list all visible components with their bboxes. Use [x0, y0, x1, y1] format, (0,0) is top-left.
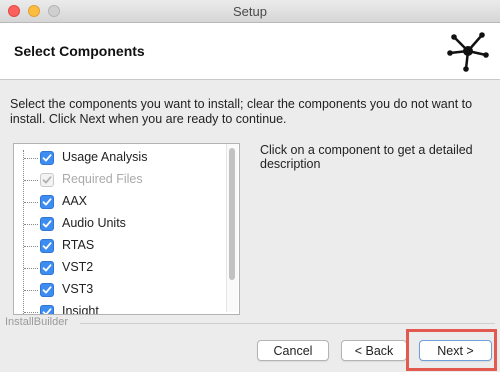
- checkmark-icon: [42, 154, 52, 162]
- cancel-button[interactable]: Cancel: [257, 340, 329, 361]
- tree-branch: [24, 180, 38, 181]
- component-item[interactable]: Insight: [14, 301, 224, 315]
- checkmark-icon: [42, 308, 52, 314]
- header-panel: Select Components: [0, 23, 500, 80]
- tree-branch: [24, 224, 38, 225]
- component-item[interactable]: AAX: [14, 191, 224, 213]
- component-item[interactable]: VST3: [14, 279, 224, 301]
- component-item[interactable]: Usage Analysis: [14, 147, 224, 169]
- component-item[interactable]: VST2: [14, 257, 224, 279]
- tree-branch: [24, 268, 38, 269]
- component-label: Required Files: [62, 172, 143, 186]
- component-checkbox[interactable]: [40, 261, 54, 275]
- component-checkbox[interactable]: [40, 217, 54, 231]
- component-label: RTAS: [62, 238, 95, 252]
- component-label: Audio Units: [62, 216, 126, 230]
- instructions-text: Select the components you want to instal…: [10, 97, 473, 126]
- component-item[interactable]: Audio Units: [14, 213, 224, 235]
- next-button-highlight: [406, 329, 497, 371]
- branding-label: InstallBuilder: [5, 316, 72, 328]
- component-checkbox[interactable]: [40, 305, 54, 314]
- component-checkbox: [40, 173, 54, 187]
- tree-branch: [24, 312, 38, 313]
- component-checkbox[interactable]: [40, 195, 54, 209]
- checkmark-icon: [42, 242, 52, 250]
- footer-divider: [80, 323, 495, 324]
- window-title: Setup: [233, 4, 267, 19]
- components-list[interactable]: Usage Analysis Required Files AAX Audio Uni…: [13, 143, 240, 315]
- component-checkbox[interactable]: [40, 283, 54, 297]
- installer-logo-icon: [447, 32, 489, 72]
- component-label: VST3: [62, 282, 94, 296]
- branding-footer: InstallBuilder: [5, 316, 495, 330]
- checkmark-icon: [42, 286, 52, 294]
- component-item[interactable]: Required Files: [14, 169, 224, 191]
- checkmark-icon: [42, 198, 52, 206]
- checkmark-icon: [42, 264, 52, 272]
- component-label: Usage Analysis: [62, 150, 148, 164]
- page-title: Select Components: [14, 43, 145, 59]
- component-checkbox[interactable]: [40, 151, 54, 165]
- back-button[interactable]: < Back: [341, 340, 407, 361]
- title-bar: Setup: [0, 0, 500, 23]
- tree-branch: [24, 158, 38, 159]
- tree-branch: [24, 290, 38, 291]
- component-item[interactable]: RTAS: [14, 235, 224, 257]
- component-label: Insight: [62, 304, 99, 315]
- component-description: Click on a component to get a detailed d…: [260, 143, 473, 171]
- component-checkbox[interactable]: [40, 239, 54, 253]
- component-label: VST2: [62, 260, 94, 274]
- scrollbar-thumb[interactable]: [229, 148, 235, 280]
- checkmark-icon: [42, 220, 52, 228]
- tree-branch: [24, 202, 38, 203]
- component-label: AAX: [62, 194, 88, 208]
- tree-branch: [24, 246, 38, 247]
- checkmark-icon: [42, 176, 52, 184]
